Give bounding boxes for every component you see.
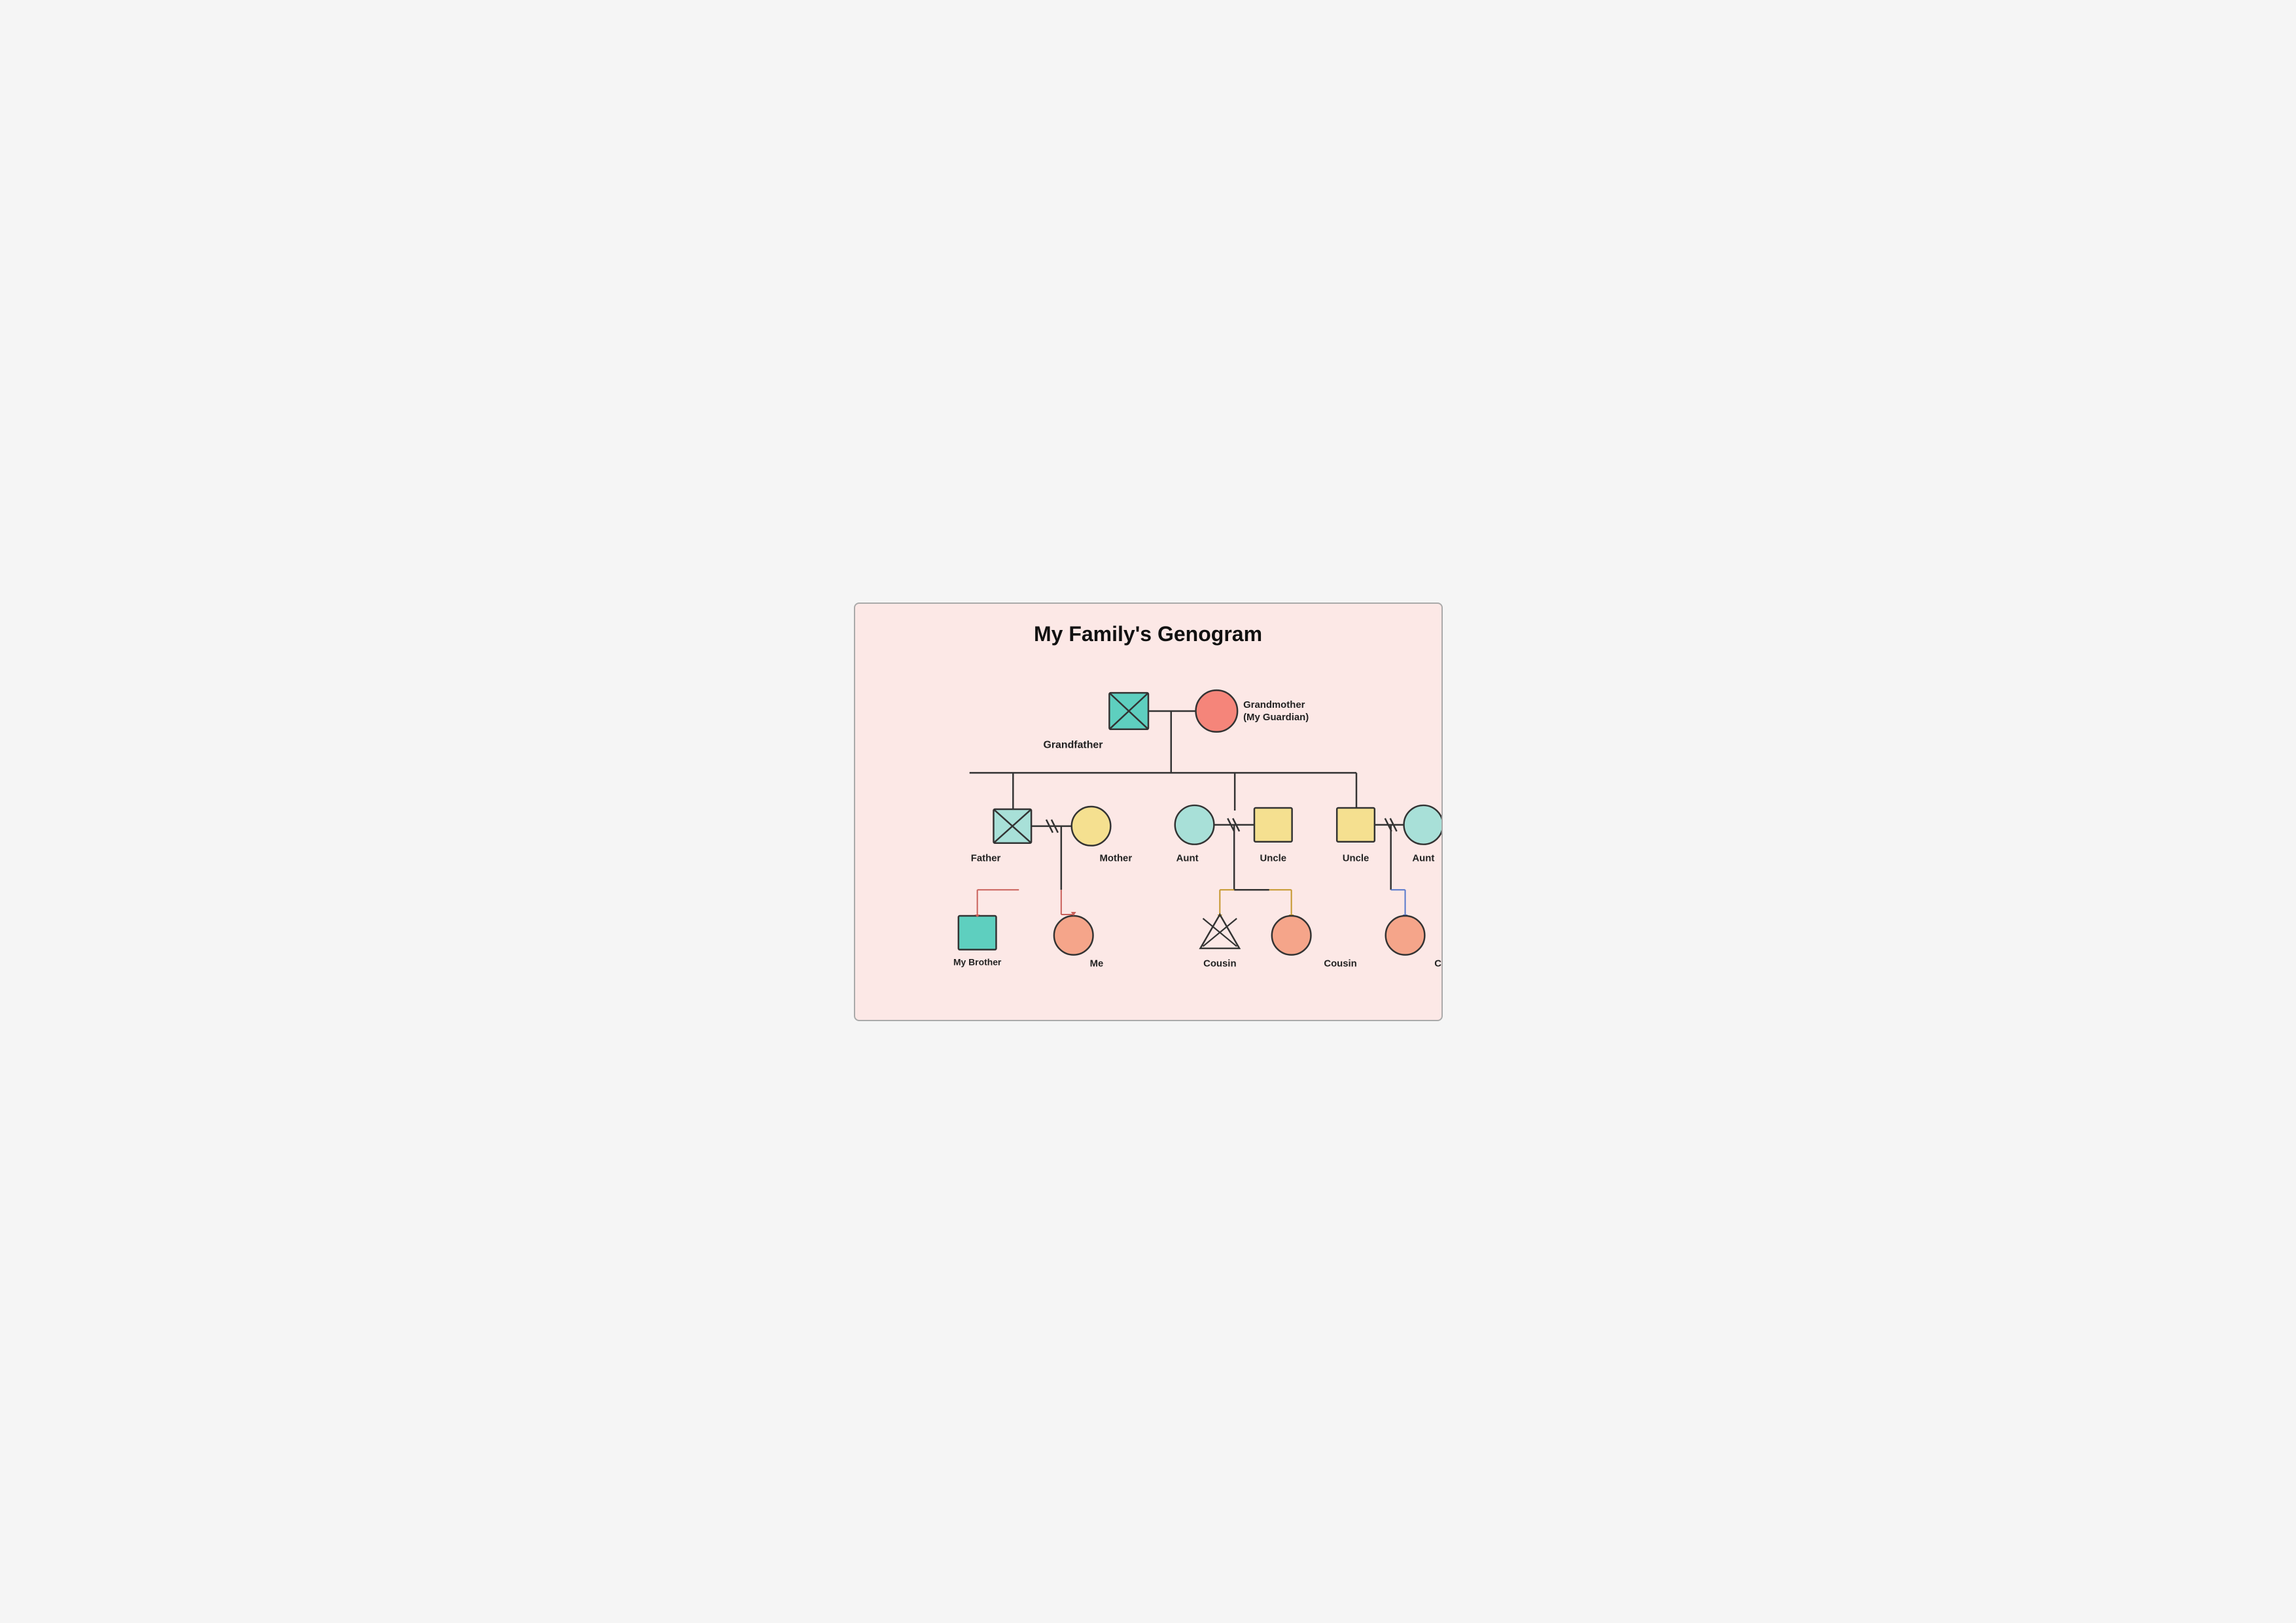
uncle1-symbol [1254,808,1292,842]
me-label: Me [1089,958,1103,969]
genogram-page: My Family's Genogram Grandfather Grandmo… [854,602,1443,1021]
aunt2-symbol [1404,805,1441,845]
cousin2-label: Cousin [1324,958,1356,969]
uncle2-symbol [1337,808,1375,842]
aunt1-symbol [1174,805,1214,845]
uncle2-label: Uncle [1342,853,1369,864]
genogram-svg: Grandfather Grandmother (My Guardian) Fa… [855,604,1441,1020]
cousin3-label: Cousin [1434,958,1441,969]
brother-label: My Brother [953,956,1001,967]
mother-symbol [1071,807,1110,846]
cousin3-symbol [1385,916,1424,955]
cousin-deceased-label: Cousin [1203,958,1236,969]
grandmother-symbol [1195,690,1237,732]
grandmother-label: Grandmother [1243,700,1305,710]
brother-symbol [958,916,996,950]
me-symbol [1053,916,1093,955]
mother-label: Mother [1099,853,1132,864]
aunt2-label: Aunt [1412,853,1434,864]
grandfather-label: Grandfather [1043,739,1103,750]
grandmother-label2: (My Guardian) [1243,712,1309,722]
aunt1-label: Aunt [1176,853,1198,864]
father-label: Father [970,853,1000,864]
cousin2-symbol [1271,916,1311,955]
uncle1-label: Uncle [1260,853,1286,864]
